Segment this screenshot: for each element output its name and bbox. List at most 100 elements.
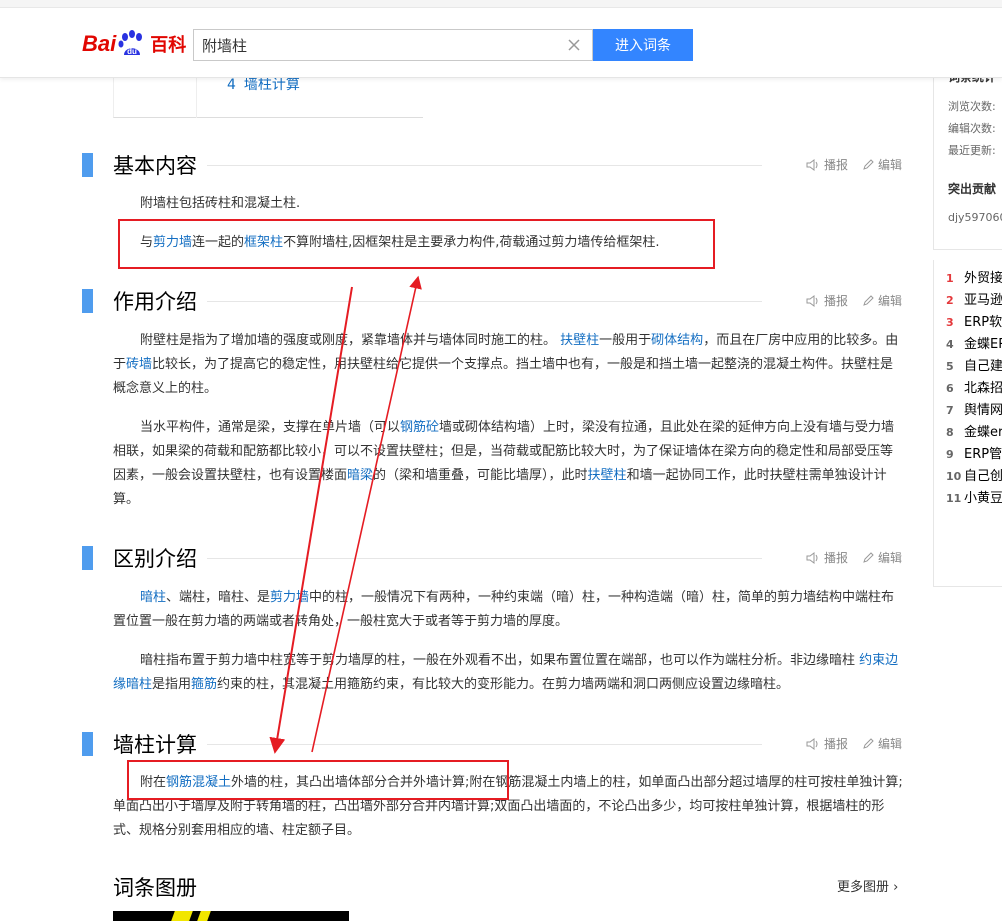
enter-entry-button[interactable]: 进入词条: [593, 29, 693, 61]
section-title: 区别介绍: [113, 543, 207, 573]
pencil-icon: [863, 551, 874, 563]
text: 暗柱指布置于剪力墙中柱宽等于剪力墙厚的柱，一般在外观看不出，如果布置位置在端部，…: [140, 653, 860, 668]
edit-button[interactable]: 编辑: [862, 292, 902, 309]
read-aloud-button[interactable]: 播报: [806, 292, 848, 309]
section-difference-intro: 区别介绍 播报 编辑: [82, 543, 902, 573]
search-input[interactable]: [194, 30, 554, 60]
read-aloud-label: 播报: [823, 294, 848, 308]
gallery-image[interactable]: [113, 911, 349, 921]
read-aloud-label: 播报: [823, 158, 848, 172]
text: 、端柱，暗柱、是: [166, 590, 271, 605]
entry-stats: 词条统计 浏览次数: 编辑次数: 最近更新: 突出贡献 djy597060: [933, 60, 1002, 250]
rank: 8: [946, 426, 954, 439]
rank: 6: [946, 382, 954, 395]
link-hidden-beam[interactable]: 暗梁: [347, 468, 373, 483]
browser-top-strip: [0, 0, 1002, 8]
more-gallery-label: 更多图册: [837, 880, 890, 895]
image-stripe: [171, 911, 193, 921]
pencil-icon: [863, 158, 874, 170]
section-title: 墙柱计算: [113, 729, 207, 759]
item-label: 北森招: [964, 381, 1002, 396]
views-label: 浏览次数:: [948, 100, 996, 113]
rank: 3: [946, 316, 954, 329]
list-item[interactable]: 10 自己创: [946, 465, 1002, 484]
item-label: 亚马逊: [964, 293, 1002, 308]
item-label: 自己创: [964, 469, 1002, 484]
section-rule: [192, 558, 762, 559]
search-box: [193, 29, 593, 61]
list-item[interactable]: 4 金蝶ERP: [946, 333, 1002, 352]
toc-item-number: 4: [227, 77, 236, 93]
svg-text:du: du: [127, 47, 137, 56]
list-item[interactable]: 8 金蝶erp: [946, 421, 1002, 440]
paragraph: 附墙柱包括砖柱和混凝土柱.: [140, 196, 301, 211]
list-item[interactable]: 6 北森招: [946, 377, 1002, 396]
text: 比较长，为了提高它的稳定性，用扶壁柱给它提供一个支撑点。挡土墙中也有，一般是和挡…: [113, 357, 894, 396]
contrib-title: 突出贡献: [948, 182, 997, 196]
read-aloud-label: 播报: [823, 737, 848, 751]
item-label: 舆情网: [964, 403, 1002, 418]
rank: 5: [946, 360, 954, 373]
link-reinforced-concrete[interactable]: 钢筋砼: [400, 420, 439, 435]
list-item[interactable]: 1 外贸接: [946, 267, 1002, 286]
list-item[interactable]: 5 自己建: [946, 355, 1002, 374]
paw-icon: du: [117, 29, 147, 59]
toc-divider: [196, 78, 197, 118]
edit-button[interactable]: 编辑: [862, 156, 902, 173]
contrib-user[interactable]: djy597060: [948, 211, 1002, 224]
section-title: 作用介绍: [113, 286, 207, 316]
list-item[interactable]: 9 ERP管理: [946, 443, 1002, 462]
paragraph: 暗柱指布置于剪力墙中柱宽等于剪力墙厚的柱，一般在外观看不出，如果布置位置在端部，…: [113, 649, 903, 697]
rank: 10: [946, 470, 962, 483]
text: 当水平构件，通常是梁，支撑在单片墙（可以: [140, 420, 401, 435]
edit-label: 编辑: [877, 294, 902, 308]
header: Bai du 百科 进入词条: [0, 0, 1002, 78]
pencil-icon: [863, 737, 874, 749]
text: 约束的柱，其混凝土用箍筋约束，有比较大的变形能力。在剪力墙两端和洞口两侧应设置边…: [217, 677, 790, 692]
edit-button[interactable]: 编辑: [862, 735, 902, 752]
edits-label: 编辑次数:: [948, 122, 996, 135]
item-label: 外贸接: [964, 271, 1002, 286]
list-item[interactable]: 11 小黄豆: [946, 487, 1002, 506]
list-item[interactable]: 2 亚马逊: [946, 289, 1002, 308]
section-tools: 播报 编辑: [806, 292, 902, 309]
hot-list: 1 外贸接 2 亚马逊 3 ERP软件 4 金蝶ERP 5 自己建 6 北森招 7 舆情网 8…: [933, 260, 1002, 587]
link-masonry-structure[interactable]: 砌体结构: [651, 333, 703, 348]
list-item[interactable]: 3 ERP软件: [946, 311, 1002, 330]
speaker-icon: [806, 551, 818, 564]
baidu-baike-logo[interactable]: Bai du 百科: [82, 26, 186, 62]
section-tools: 播报 编辑: [806, 156, 902, 173]
rank: 4: [946, 338, 954, 351]
link-buttress-column[interactable]: 扶壁柱: [560, 333, 599, 348]
rank: 2: [946, 294, 954, 307]
paragraph: 暗柱、端柱，暗柱、是剪力墙中的柱，一般情况下有两种，一种约束端（暗）柱，一种构造…: [113, 586, 903, 634]
link-hidden-column[interactable]: 暗柱: [140, 590, 166, 605]
read-aloud-button[interactable]: 播报: [806, 156, 848, 173]
item-label: 金蝶erp: [964, 425, 1002, 440]
section-marker: [82, 732, 93, 756]
list-item[interactable]: 7 舆情网: [946, 399, 1002, 418]
item-label: ERP管理: [964, 447, 1002, 462]
link-stirrup[interactable]: 箍筋: [191, 677, 217, 692]
item-label: 自己建: [964, 359, 1002, 374]
link-buttress-column[interactable]: 扶壁柱: [588, 468, 627, 483]
gallery-title: 词条图册: [113, 876, 197, 900]
section-rule: [192, 165, 762, 166]
text: 一般用于: [599, 333, 652, 348]
section-function-intro: 作用介绍 播报 编辑: [82, 286, 902, 316]
speaker-icon: [806, 737, 818, 750]
edit-button[interactable]: 编辑: [862, 549, 902, 566]
text: 的（梁和墙重叠，可能比墙厚），此时: [373, 468, 588, 483]
link-shear-wall[interactable]: 剪力墙: [270, 590, 309, 605]
read-aloud-button[interactable]: 播报: [806, 735, 848, 752]
item-label: 小黄豆: [964, 491, 1002, 506]
rank: 1: [946, 272, 954, 285]
annotation-box: [118, 219, 715, 269]
link-brick-wall[interactable]: 砖墙: [126, 357, 152, 372]
section-basic-content: 基本内容 播报 编辑: [82, 150, 902, 180]
more-gallery-link[interactable]: 更多图册 ›: [837, 876, 898, 895]
close-icon[interactable]: [566, 37, 582, 53]
read-aloud-label: 播报: [823, 551, 848, 565]
read-aloud-button[interactable]: 播报: [806, 549, 848, 566]
paragraph: 附壁柱是指为了增加墙的强度或刚度，紧靠墙体并与墙体同时施工的柱。 扶壁柱一般用于…: [113, 329, 903, 401]
